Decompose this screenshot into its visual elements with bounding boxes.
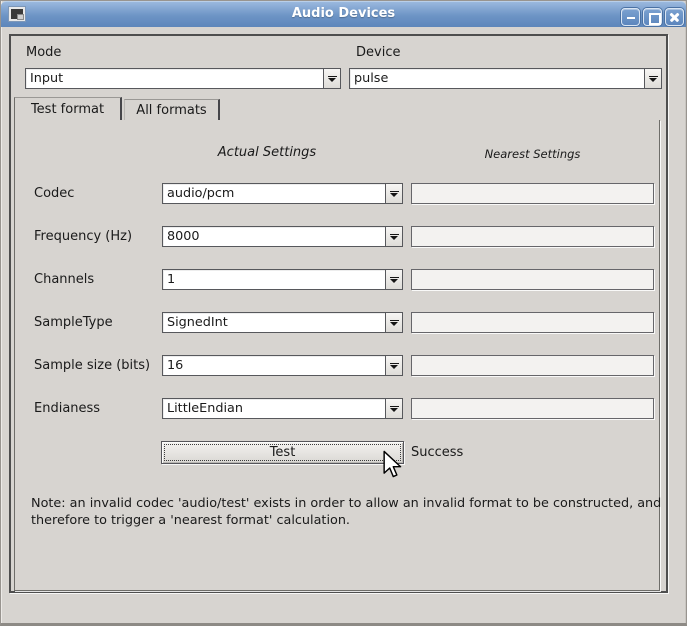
- samplesize-label: Sample size (bits): [34, 358, 150, 373]
- endianess-nearest-field: [411, 398, 654, 419]
- maximize-button[interactable]: [643, 8, 662, 26]
- mode-select[interactable]: Input: [25, 68, 341, 89]
- device-label: Device: [356, 45, 400, 60]
- dropdown-arrow-icon: [385, 184, 402, 203]
- frequency-select[interactable]: 8000: [162, 226, 403, 247]
- close-button[interactable]: [665, 8, 684, 26]
- dropdown-arrow-icon: [644, 69, 661, 88]
- codec-label: Codec: [34, 186, 74, 201]
- close-icon: [666, 9, 683, 25]
- dropdown-arrow-icon: [385, 270, 402, 289]
- sampletype-selected-value: SignedInt: [167, 315, 382, 330]
- test-button[interactable]: Test: [161, 441, 404, 464]
- device-select[interactable]: pulse: [349, 68, 662, 89]
- codec-nearest-field: [411, 183, 654, 204]
- actual-settings-header: Actual Settings: [157, 145, 377, 160]
- endianess-selected-value: LittleEndian: [167, 401, 382, 416]
- dropdown-arrow-icon: [323, 69, 340, 88]
- samplesize-select[interactable]: 16: [162, 355, 403, 376]
- maximize-icon: [644, 9, 661, 25]
- frequency-nearest-field: [411, 226, 654, 247]
- device-selected-value: pulse: [354, 71, 641, 86]
- frequency-label: Frequency (Hz): [34, 229, 132, 244]
- mode-label: Mode: [26, 45, 61, 60]
- sampletype-label: SampleType: [34, 315, 113, 330]
- channels-label: Channels: [34, 272, 94, 287]
- sampletype-select[interactable]: SignedInt: [162, 312, 403, 333]
- note-text: Note: an invalid codec 'audio/test' exis…: [31, 495, 667, 529]
- tab-all-formats[interactable]: All formats: [124, 99, 220, 120]
- samplesize-nearest-field: [411, 355, 654, 376]
- tab-test-format[interactable]: Test format: [14, 97, 122, 120]
- titlebar[interactable]: Audio Devices: [1, 1, 686, 27]
- window-title: Audio Devices: [1, 6, 686, 21]
- dropdown-arrow-icon: [385, 356, 402, 375]
- endianess-select[interactable]: LittleEndian: [162, 398, 403, 419]
- dropdown-arrow-icon: [385, 399, 402, 418]
- minimize-icon: [622, 9, 639, 25]
- audio-devices-window: Audio Devices Mode Device Input pulse Te…: [0, 0, 687, 626]
- minimize-button[interactable]: [621, 8, 640, 26]
- sampletype-nearest-field: [411, 312, 654, 333]
- endianess-label: Endianess: [34, 401, 100, 416]
- dropdown-arrow-icon: [385, 313, 402, 332]
- channels-select[interactable]: 1: [162, 269, 403, 290]
- samplesize-selected-value: 16: [167, 358, 382, 373]
- dropdown-arrow-icon: [385, 227, 402, 246]
- mode-selected-value: Input: [30, 71, 320, 86]
- frequency-selected-value: 8000: [167, 229, 382, 244]
- codec-selected-value: audio/pcm: [167, 186, 382, 201]
- nearest-settings-header: Nearest Settings: [411, 147, 654, 161]
- channels-selected-value: 1: [167, 272, 382, 287]
- channels-nearest-field: [411, 269, 654, 290]
- codec-select[interactable]: audio/pcm: [162, 183, 403, 204]
- status-text: Success: [411, 445, 463, 460]
